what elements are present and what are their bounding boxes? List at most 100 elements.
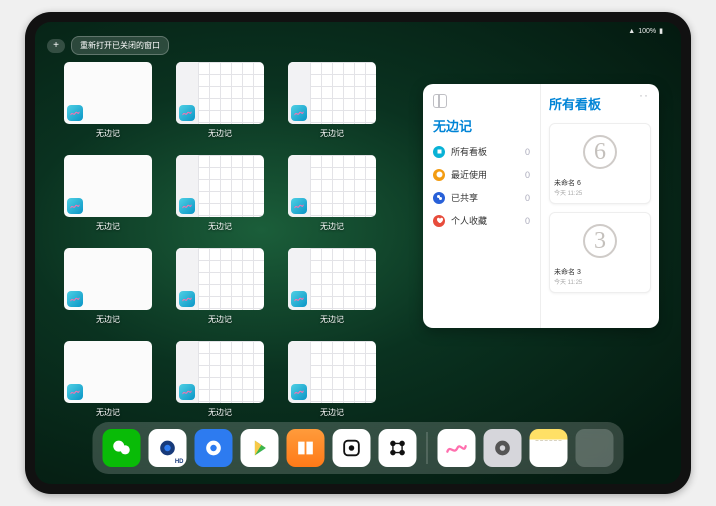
freeform-icon [291, 384, 307, 400]
wifi-icon: ▲ [628, 28, 635, 35]
app-label: 无边记 [96, 128, 120, 139]
category-icon [433, 215, 445, 227]
board-name: 未命名 6 [554, 178, 646, 188]
dock-library-icon[interactable] [576, 429, 614, 467]
app-thumb [64, 155, 152, 217]
stage-side-panel[interactable]: 无边记 所有看板0最近使用0已共享0个人收藏0 所有看板 6未命名 6今天 11… [423, 84, 659, 328]
sidebar-toggle-icon[interactable] [433, 94, 447, 108]
category-label: 最近使用 [451, 168, 487, 181]
app-window-5[interactable]: 无边记 [287, 155, 377, 232]
board-thumb: 6 [554, 128, 646, 176]
dock-quark-icon[interactable] [195, 429, 233, 467]
dock-wechat-icon[interactable] [103, 429, 141, 467]
dock-books-icon[interactable] [287, 429, 325, 467]
board-sub: 今天 11:25 [554, 188, 646, 197]
board-card-0[interactable]: 6 未命名 6今天 11:25 [549, 123, 651, 204]
app-thumb [176, 248, 264, 310]
dock-dice-icon[interactable] [333, 429, 371, 467]
app-window-2[interactable]: 无边记 [287, 62, 377, 139]
app-thumb [64, 341, 152, 403]
app-label: 无边记 [96, 407, 120, 418]
dock-play-icon[interactable] [241, 429, 279, 467]
panel-item-0[interactable]: 所有看板 0 [433, 145, 530, 158]
app-label: 无边记 [320, 314, 344, 325]
app-window-8[interactable]: 无边记 [287, 248, 377, 325]
app-thumb [288, 155, 376, 217]
freeform-icon [291, 291, 307, 307]
freeform-icon [67, 198, 83, 214]
app-label: 无边记 [320, 128, 344, 139]
app-thumb [64, 62, 152, 124]
category-count: 0 [525, 147, 530, 157]
app-label: 无边记 [320, 221, 344, 232]
freeform-icon [67, 291, 83, 307]
app-switcher-grid: 无边记无边记无边记无边记无边记无边记无边记无边记无边记无边记无边记无边记 [63, 62, 377, 418]
battery-icon: ▮ [659, 27, 663, 35]
app-label: 无边记 [208, 221, 232, 232]
freeform-icon [179, 105, 195, 121]
app-label: 无边记 [96, 221, 120, 232]
freeform-icon [291, 105, 307, 121]
battery-pct: 100% [638, 28, 656, 35]
dock-quark-hd-icon[interactable]: HD [149, 429, 187, 467]
panel-item-2[interactable]: 已共享 0 [433, 191, 530, 204]
app-window-1[interactable]: 无边记 [175, 62, 265, 139]
category-icon [433, 146, 445, 158]
app-label: 无边记 [208, 314, 232, 325]
dock-freeform-icon[interactable] [438, 429, 476, 467]
app-window-7[interactable]: 无边记 [175, 248, 265, 325]
app-label: 无边记 [208, 407, 232, 418]
app-thumb [176, 155, 264, 217]
app-thumb [288, 341, 376, 403]
screen: ▲ 100% ▮ + 重新打开已关闭的窗口 无边记无边记无边记无边记无边记无边记… [35, 22, 681, 484]
category-icon [433, 169, 445, 181]
board-thumb: 3 [554, 217, 646, 265]
freeform-icon [179, 198, 195, 214]
freeform-icon [291, 198, 307, 214]
app-thumb [176, 341, 264, 403]
dock-notes-icon[interactable] [530, 429, 568, 467]
panel-right: 所有看板 6未命名 6今天 11:253未命名 3今天 11:25 [541, 84, 659, 328]
dock-settings-icon[interactable] [484, 429, 522, 467]
add-space-button[interactable]: + [47, 39, 65, 53]
app-thumb [64, 248, 152, 310]
reopen-closed-window-button[interactable]: 重新打开已关闭的窗口 [71, 36, 169, 55]
app-window-4[interactable]: 无边记 [175, 155, 265, 232]
app-label: 无边记 [208, 128, 232, 139]
panel-category-list: 所有看板 0 最近使用 0 已共享 0 个人收藏 0 [433, 145, 530, 227]
panel-item-1[interactable]: 最近使用 0 [433, 168, 530, 181]
app-label: 无边记 [96, 314, 120, 325]
freeform-icon [67, 105, 83, 121]
app-label: 无边记 [320, 407, 344, 418]
panel-left: 无边记 所有看板 0 最近使用 0 已共享 0 个人收藏 0 [423, 84, 541, 328]
board-sub: 今天 11:25 [554, 277, 646, 286]
category-count: 0 [525, 216, 530, 226]
ipad-frame: ▲ 100% ▮ + 重新打开已关闭的窗口 无边记无边记无边记无边记无边记无边记… [25, 12, 691, 494]
category-count: 0 [525, 193, 530, 203]
app-window-9[interactable]: 无边记 [63, 341, 153, 418]
category-count: 0 [525, 170, 530, 180]
panel-item-3[interactable]: 个人收藏 0 [433, 214, 530, 227]
boards-list: 6未命名 6今天 11:253未命名 3今天 11:25 [549, 123, 651, 293]
app-window-0[interactable]: 无边记 [63, 62, 153, 139]
category-label: 个人收藏 [451, 214, 487, 227]
panel-right-title: 所有看板 [549, 94, 651, 113]
freeform-icon [179, 384, 195, 400]
dock: HD [93, 422, 624, 474]
dock-connect-icon[interactable] [379, 429, 417, 467]
app-window-6[interactable]: 无边记 [63, 248, 153, 325]
panel-left-title: 无边记 [433, 116, 530, 135]
category-icon [433, 192, 445, 204]
app-window-3[interactable]: 无边记 [63, 155, 153, 232]
app-thumb [288, 62, 376, 124]
app-thumb [176, 62, 264, 124]
freeform-icon [179, 291, 195, 307]
board-card-1[interactable]: 3 未命名 3今天 11:25 [549, 212, 651, 293]
app-thumb [288, 248, 376, 310]
app-window-10[interactable]: 无边记 [175, 341, 265, 418]
category-label: 已共享 [451, 191, 478, 204]
app-window-11[interactable]: 无边记 [287, 341, 377, 418]
dock-separator [427, 432, 428, 464]
category-label: 所有看板 [451, 145, 487, 158]
board-name: 未命名 3 [554, 267, 646, 277]
